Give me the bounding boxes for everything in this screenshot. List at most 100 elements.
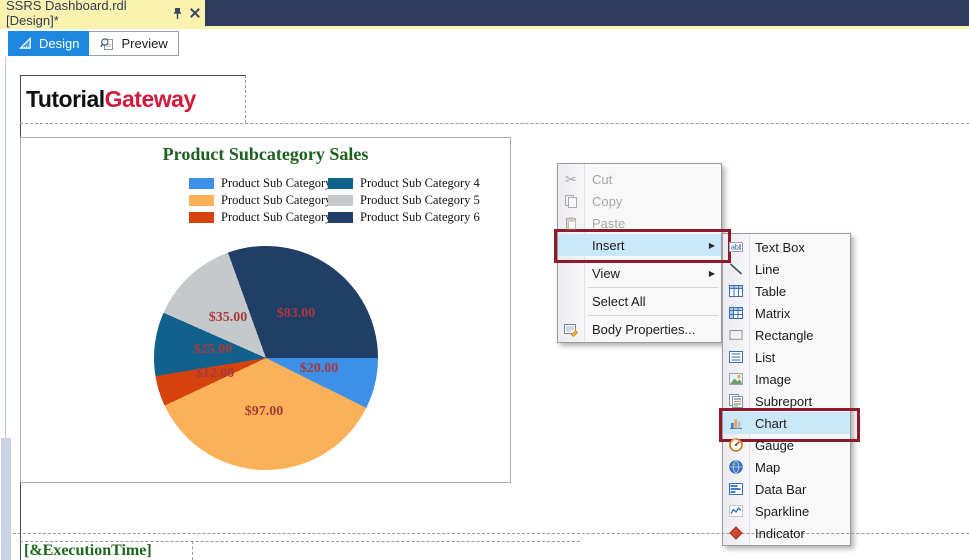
gauge-icon xyxy=(723,437,749,453)
rectangle-icon xyxy=(723,327,749,343)
submenu-item-table[interactable]: Table xyxy=(723,280,850,302)
tab-preview[interactable]: Preview xyxy=(89,31,179,56)
menu-item-label: List xyxy=(755,349,776,365)
svg-text:ab: ab xyxy=(731,245,739,252)
image-icon xyxy=(723,371,749,387)
legend-item: Product Sub Category 2 xyxy=(189,193,341,208)
menu-item-copy[interactable]: Copy xyxy=(558,190,721,212)
menu-item-label: Map xyxy=(755,459,781,475)
legend-label: Product Sub Category 6 xyxy=(360,210,480,224)
indicator-icon xyxy=(723,525,749,541)
submenu-item-subreport[interactable]: Subreport xyxy=(723,390,850,412)
list-icon xyxy=(723,349,749,365)
slice-value-label: $12.00 xyxy=(195,366,235,381)
execution-time-textbox[interactable]: [&ExecutionTime] xyxy=(20,541,193,560)
menu-item-label: Indicator xyxy=(755,525,805,541)
menu-item-label: Table xyxy=(755,283,787,299)
menu-item-label: Insert xyxy=(592,237,625,253)
menu-item-paste[interactable]: Paste xyxy=(558,212,721,234)
matrix-icon xyxy=(723,305,749,321)
legend-item: Product Sub Category 6 xyxy=(328,210,480,225)
map-icon xyxy=(723,459,749,475)
menu-item-label: Line xyxy=(755,261,780,277)
left-scrollbar-thumb[interactable] xyxy=(1,438,11,560)
menu-item-insert[interactable]: Insert ▶ xyxy=(558,234,721,256)
menu-item-label: Chart xyxy=(755,415,787,431)
submenu-item-sparkline[interactable]: Sparkline xyxy=(723,500,850,522)
close-icon[interactable] xyxy=(190,8,199,18)
copy-icon xyxy=(558,194,584,208)
execution-time-expression: [&ExecutionTime] xyxy=(24,542,152,559)
submenu-arrow-icon: ▶ xyxy=(708,240,715,250)
legend-swatch xyxy=(328,212,353,223)
submenu-item-line[interactable]: Line xyxy=(723,258,850,280)
menu-item-label: Cut xyxy=(592,171,613,187)
tutorialgateway-logo: TutorialGateway xyxy=(20,86,196,113)
legend-label: Product Sub Category 4 xyxy=(360,176,480,190)
legend-swatch xyxy=(328,178,353,189)
legend-label: Product Sub Category 1 xyxy=(221,176,341,190)
chart-icon xyxy=(723,415,749,431)
line-icon xyxy=(723,261,749,277)
menu-item-label: Matrix xyxy=(755,305,791,321)
submenu-item-text-box[interactable]: ab Text Box xyxy=(723,236,850,258)
logo-text-black: Tutorial xyxy=(26,86,105,112)
menu-item-label: Copy xyxy=(592,193,623,209)
submenu-item-list[interactable]: List xyxy=(723,346,850,368)
legend-label: Product Sub Category 5 xyxy=(360,193,480,207)
menu-item-body-properties[interactable]: Body Properties... xyxy=(558,318,721,340)
legend-item: Product Sub Category 5 xyxy=(328,193,480,208)
legend-swatch xyxy=(189,195,214,206)
scissors-icon: ✂ xyxy=(565,170,577,187)
menu-item-label: Body Properties... xyxy=(592,321,696,337)
insert-submenu: ab Text Box Line Table Matrix Rectangle xyxy=(722,233,851,546)
report-header-logo-cell[interactable]: TutorialGateway xyxy=(20,75,246,123)
left-ruler-line xyxy=(5,57,6,438)
submenu-item-chart[interactable]: Chart xyxy=(723,412,850,434)
subreport-icon xyxy=(723,393,749,409)
view-tab-strip: Design Preview xyxy=(8,31,179,56)
menu-item-select-all[interactable]: Select All xyxy=(558,290,721,312)
textbox-icon: ab xyxy=(723,239,749,255)
menu-item-label: Select All xyxy=(592,293,646,309)
tab-design-label: Design xyxy=(39,36,80,51)
properties-icon xyxy=(558,321,584,337)
submenu-item-data-bar[interactable]: Data Bar xyxy=(723,478,850,500)
document-tab[interactable]: SSRS Dashboard.rdl [Design]* xyxy=(0,0,205,28)
pie xyxy=(154,246,378,470)
tab-design[interactable]: Design xyxy=(8,31,90,56)
menu-item-label: Sparkline xyxy=(755,503,810,519)
menu-item-label: Gauge xyxy=(755,437,795,453)
paste-icon xyxy=(558,216,584,230)
pie-chart-report-item[interactable]: Product Subcategory Sales Product Sub Ca… xyxy=(20,137,511,483)
legend-label: Product Sub Category 2 xyxy=(221,193,341,207)
legend-label: Product Sub Category 3 xyxy=(221,210,341,224)
tab-preview-label: Preview xyxy=(121,36,168,51)
databar-icon xyxy=(723,481,749,497)
menu-item-label: Data Bar xyxy=(755,481,807,497)
legend-item: Product Sub Category 3 xyxy=(189,210,341,225)
submenu-item-matrix[interactable]: Matrix xyxy=(723,302,850,324)
menu-item-label: Rectangle xyxy=(755,327,814,343)
slice-value-label: $97.00 xyxy=(244,404,284,419)
menu-item-label: View xyxy=(592,265,620,281)
menu-item-cut[interactable]: ✂ Cut xyxy=(558,168,721,190)
menu-item-view[interactable]: View ▶ xyxy=(558,262,721,284)
preview-magnifier-icon xyxy=(99,36,115,52)
legend-swatch xyxy=(328,195,353,206)
submenu-item-image[interactable]: Image xyxy=(723,368,850,390)
submenu-item-gauge[interactable]: Gauge xyxy=(723,434,850,456)
pin-icon[interactable] xyxy=(172,7,183,20)
table-icon xyxy=(723,283,749,299)
submenu-item-map[interactable]: Map xyxy=(723,456,850,478)
ruler-triangle-icon xyxy=(18,36,33,51)
ssrs-designer-window: SSRS Dashboard.rdl [Design]* Design Prev… xyxy=(0,0,969,560)
menu-item-label: Text Box xyxy=(755,239,805,255)
logo-text-red: Gateway xyxy=(104,86,197,112)
chart-title: Product Subcategory Sales xyxy=(162,144,369,164)
submenu-arrow-icon: ▶ xyxy=(708,268,715,278)
document-tab-title: SSRS Dashboard.rdl [Design]* xyxy=(6,0,127,28)
submenu-item-rectangle[interactable]: Rectangle xyxy=(723,324,850,346)
legend-item: Product Sub Category 1 xyxy=(189,176,341,191)
slice-value-label: $35.00 xyxy=(208,310,248,325)
